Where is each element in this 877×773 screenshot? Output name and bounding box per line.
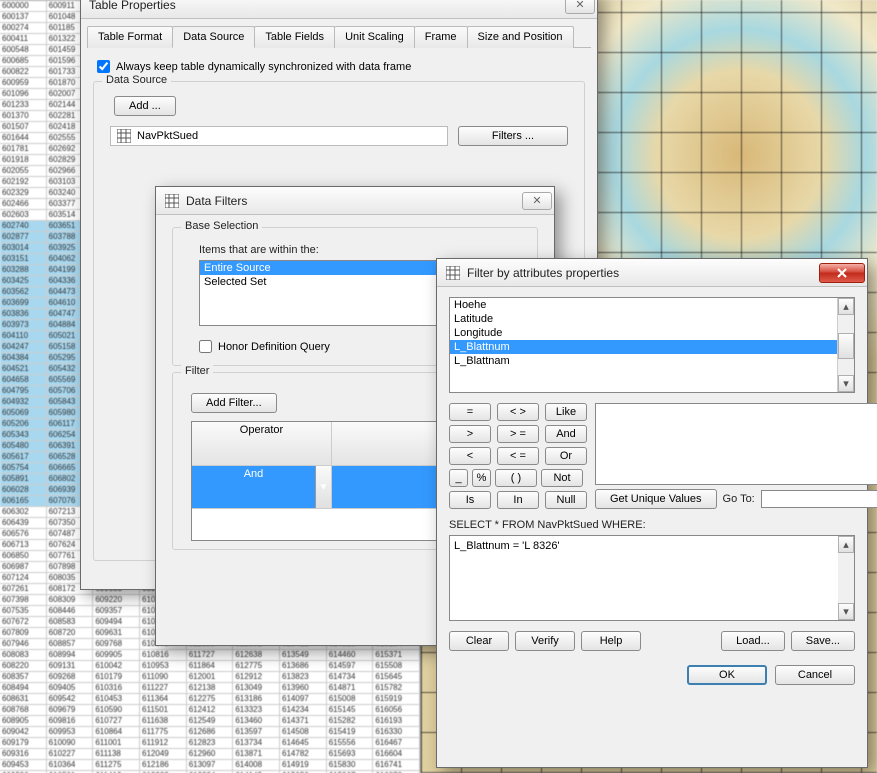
tab-size-position[interactable]: Size and Position — [467, 26, 574, 48]
field-item-selected[interactable]: L_Blattnum — [450, 340, 837, 354]
goto-input[interactable] — [761, 490, 877, 508]
op-is[interactable]: Is — [449, 491, 491, 509]
filters-button[interactable]: Filters ... — [458, 126, 568, 146]
op-null[interactable]: Null — [545, 491, 587, 509]
cancel-button[interactable]: Cancel — [775, 665, 855, 685]
op-lt[interactable]: < — [449, 447, 491, 465]
data-source-group-label: Data Source — [102, 74, 171, 86]
filter-attributes-dialog: Filter by attributes properties Hoehe La… — [436, 258, 868, 768]
scroll-up-icon[interactable]: ▴ — [838, 536, 854, 553]
save-button[interactable]: Save... — [791, 631, 855, 651]
unique-values-listbox[interactable] — [595, 403, 877, 485]
close-icon[interactable]: ✕ — [522, 192, 552, 210]
dynamic-sync-checkbox-input[interactable] — [97, 60, 110, 73]
op-gte[interactable]: > = — [497, 425, 539, 443]
op-not[interactable]: Not — [541, 469, 583, 487]
table-properties-tabs: Table Format Data Source Table Fields Un… — [87, 25, 591, 48]
tab-unit-scaling[interactable]: Unit Scaling — [334, 26, 415, 48]
scrollbar[interactable]: ▴ ▾ — [838, 535, 855, 621]
dynamic-sync-label: Always keep table dynamically synchroniz… — [116, 61, 411, 73]
scroll-down-icon[interactable]: ▾ — [838, 603, 854, 620]
fields-listbox[interactable]: Hoehe Latitude Longitude L_Blattnum L_Bl… — [449, 297, 855, 393]
tab-table-format[interactable]: Table Format — [87, 26, 173, 48]
scroll-down-icon[interactable]: ▾ — [838, 375, 854, 392]
close-icon[interactable] — [819, 263, 865, 283]
op-in[interactable]: In — [497, 491, 539, 509]
load-button[interactable]: Load... — [721, 631, 785, 651]
filter-group-label: Filter — [181, 365, 213, 377]
items-within-label: Items that are within the: — [199, 244, 529, 256]
scrollbar-thumb[interactable] — [838, 333, 854, 359]
op-gt[interactable]: > — [449, 425, 491, 443]
field-item[interactable]: L_Blattnam — [450, 354, 837, 368]
dynamic-sync-checkbox[interactable]: Always keep table dynamically synchroniz… — [97, 60, 581, 73]
filter-attributes-titlebar[interactable]: Filter by attributes properties — [437, 259, 867, 287]
tab-frame[interactable]: Frame — [414, 26, 468, 48]
data-filters-title: Data Filters — [186, 194, 522, 208]
op-and[interactable]: And — [545, 425, 587, 443]
field-item[interactable]: Hoehe — [450, 298, 837, 312]
source-item[interactable]: NavPktSued — [110, 126, 448, 146]
tab-data-source[interactable]: Data Source — [172, 26, 255, 48]
table-properties-title: Table Properties — [89, 0, 565, 12]
add-filter-button[interactable]: Add Filter... — [191, 393, 277, 413]
close-icon[interactable]: ✕ — [565, 0, 595, 14]
operator-cell[interactable]: And ▾ — [192, 466, 332, 510]
op-eq[interactable]: = — [449, 403, 491, 421]
verify-button[interactable]: Verify — [515, 631, 575, 651]
data-filters-titlebar[interactable]: Data Filters ✕ — [156, 187, 554, 215]
clear-button[interactable]: Clear — [449, 631, 509, 651]
add-source-button[interactable]: Add ... — [114, 96, 176, 116]
chevron-down-icon[interactable]: ▾ — [315, 466, 331, 509]
help-button[interactable]: Help — [581, 631, 641, 651]
col-operator[interactable]: Operator — [192, 422, 332, 466]
tab-table-fields[interactable]: Table Fields — [254, 26, 335, 48]
op-like[interactable]: Like — [545, 403, 587, 421]
op-neq[interactable]: < > — [497, 403, 539, 421]
field-item[interactable]: Latitude — [450, 312, 837, 326]
op-percent[interactable]: % — [472, 469, 491, 487]
ok-button[interactable]: OK — [687, 665, 767, 685]
table-icon — [117, 129, 131, 143]
op-or[interactable]: Or — [545, 447, 587, 465]
filter-attributes-title: Filter by attributes properties — [467, 266, 819, 280]
honor-def-query-input[interactable] — [199, 340, 212, 353]
operator-value: And — [192, 466, 315, 509]
source-name: NavPktSued — [137, 130, 198, 142]
op-paren[interactable]: ( ) — [495, 469, 537, 487]
where-textarea[interactable] — [449, 535, 838, 621]
table-properties-titlebar[interactable]: Table Properties ✕ — [81, 0, 597, 19]
select-from-label: SELECT * FROM NavPktSued WHERE: — [449, 519, 855, 531]
op-underscore[interactable]: _ — [449, 469, 468, 487]
field-item[interactable]: Longitude — [450, 326, 837, 340]
table-icon — [164, 193, 180, 209]
scrollbar[interactable]: ▴ ▾ — [837, 298, 854, 392]
get-unique-values-button[interactable]: Get Unique Values — [595, 489, 717, 509]
base-selection-label: Base Selection — [181, 220, 262, 232]
scroll-up-icon[interactable]: ▴ — [838, 298, 854, 315]
goto-label: Go To: — [723, 493, 755, 505]
honor-def-query-label: Honor Definition Query — [218, 341, 330, 353]
op-lte[interactable]: < = — [497, 447, 539, 465]
table-icon — [445, 265, 461, 281]
